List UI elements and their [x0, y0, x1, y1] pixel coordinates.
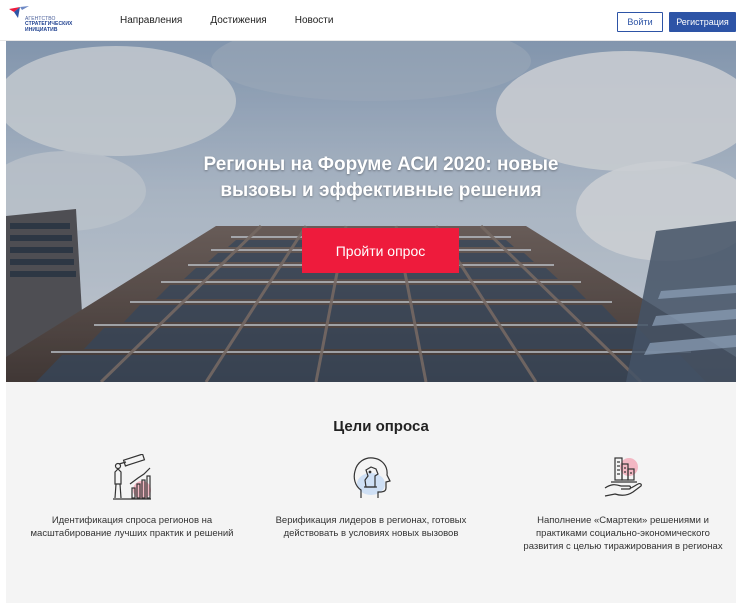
goal-text: Верификация лидеров в регионах, готовых … [275, 515, 467, 539]
hero-title: Регионы на Форуме АСИ 2020: новые вызовы… [203, 154, 559, 201]
nav-achievements[interactable]: Достижения [210, 15, 266, 26]
register-button[interactable]: Регистрация [669, 12, 736, 32]
telescope-chart-icon [113, 454, 151, 500]
nav-directions[interactable]: Направления [120, 15, 182, 26]
logo-text: агентство стратегических инициатив [25, 16, 73, 33]
goal-item-2: Верификация лидеров в регионах, готовых … [266, 454, 476, 540]
main-nav: Направления Достижения Новости [120, 0, 361, 41]
hero-banner: Регионы на Форуме АСИ 2020: новые вызовы… [6, 41, 736, 382]
take-survey-button[interactable]: Пройти опрос [302, 228, 459, 273]
head-chess-knight-icon [353, 457, 391, 498]
goal-text: Наполнение «Смартеки» решениями и практи… [523, 515, 723, 552]
hand-city-icon [604, 457, 642, 497]
survey-goals-section: Цели опроса Идентификация спроса регионо… [6, 382, 736, 603]
top-header: агентство стратегических инициатив Напра… [0, 0, 736, 41]
nav-news[interactable]: Новости [295, 15, 334, 26]
goal-item-3: Наполнение «Смартеки» решениями и практи… [518, 454, 728, 553]
goals-title: Цели опроса [333, 418, 429, 435]
login-button[interactable]: Войти [617, 12, 663, 32]
hero-overlay [6, 41, 736, 382]
goal-item-1: Идентификация спроса регионов на масштаб… [27, 454, 237, 540]
goal-text: Идентификация спроса регионов на масштаб… [30, 515, 234, 539]
asi-logo[interactable]: агентство стратегических инициатив [8, 6, 88, 36]
